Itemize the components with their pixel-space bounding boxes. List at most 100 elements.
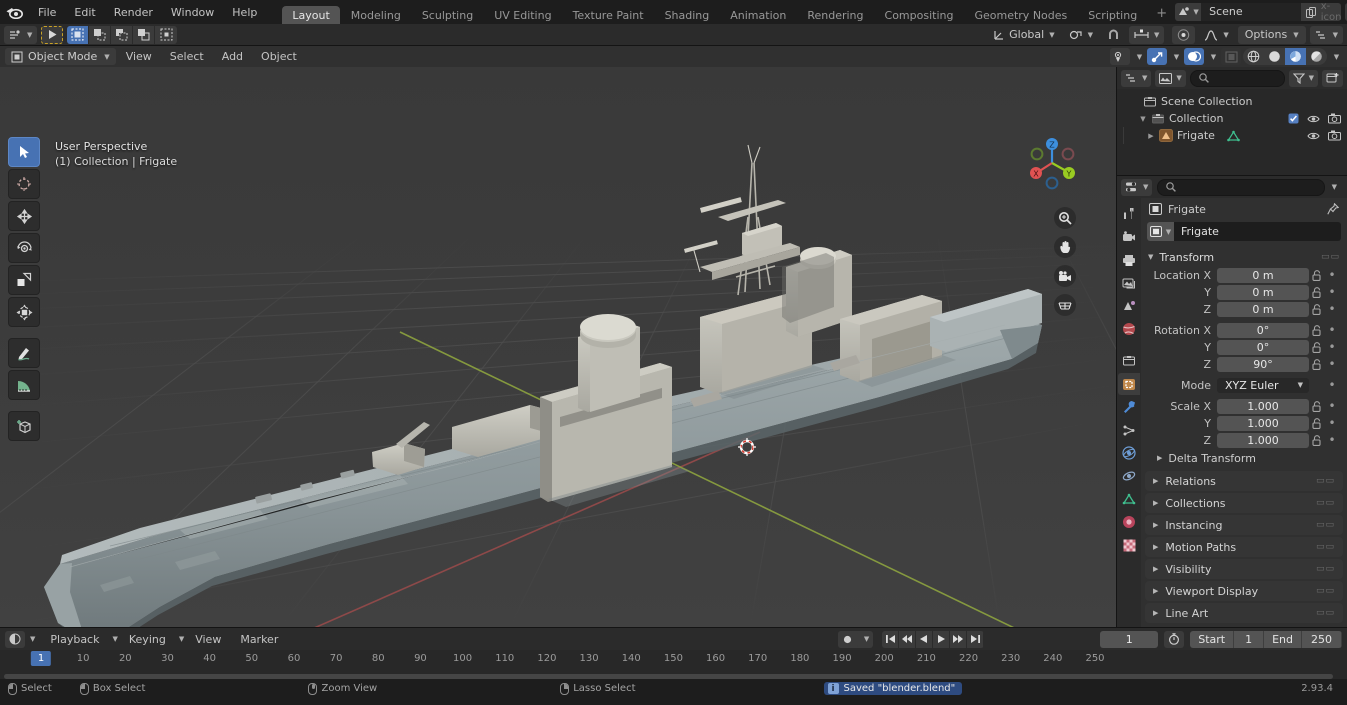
tab-modeling[interactable]: Modeling (341, 6, 411, 24)
next-keyframe-icon[interactable] (950, 630, 968, 648)
tab-rendering[interactable]: Rendering (797, 6, 873, 24)
scene-icon[interactable]: ▼ (1175, 3, 1202, 21)
lock-icon[interactable] (1309, 303, 1325, 315)
play-reverse-icon[interactable] (916, 630, 934, 648)
properties-options-chevron[interactable]: ▼ (1332, 183, 1343, 191)
current-frame-field[interactable]: 1 (1100, 630, 1159, 648)
outliner-search-input[interactable] (1189, 69, 1285, 87)
tab-shading[interactable]: Shading (655, 6, 720, 24)
object-square-icon[interactable]: ▼ (1147, 222, 1174, 241)
pin-icon[interactable] (1327, 203, 1339, 215)
prev-keyframe-icon[interactable] (899, 630, 917, 648)
animate-property-dot[interactable]: • (1325, 416, 1339, 430)
cursor-tool[interactable] (8, 169, 40, 199)
end-frame-value[interactable]: 250 (1302, 630, 1342, 648)
data-tab[interactable] (1118, 488, 1140, 510)
select-subtract-icon[interactable] (111, 25, 134, 44)
show-gizmo-dropdown[interactable]: ▼ (1132, 48, 1145, 65)
checkbox-icon[interactable] (1288, 113, 1299, 124)
location-x-value[interactable]: 0 m (1217, 267, 1309, 283)
camera-icon[interactable] (1328, 130, 1341, 141)
lock-icon[interactable] (1309, 286, 1325, 298)
rotation-mode-dropdown[interactable]: XYZ Euler ▼ (1217, 377, 1309, 393)
rendered-shading-icon[interactable] (1306, 48, 1327, 65)
toggle-perspective-button[interactable] (1054, 294, 1076, 316)
animate-property-dot[interactable]: • (1325, 433, 1339, 447)
menu-help[interactable]: Help (223, 3, 266, 22)
object-name-field[interactable]: ▼ Frigate (1147, 222, 1341, 241)
lock-icon[interactable] (1309, 324, 1325, 336)
scale-x-value[interactable]: 1.000 (1217, 398, 1309, 414)
select-invert-icon[interactable] (133, 25, 156, 44)
object-tab[interactable] (1118, 373, 1140, 395)
timeline-scrollbar[interactable] (4, 674, 1333, 679)
pan-view-button[interactable] (1054, 236, 1076, 258)
instancing-panel[interactable]: ▶ Instancing ▭▭ (1145, 515, 1343, 535)
timeline-menu-playback[interactable]: Playback (42, 631, 107, 648)
lock-icon[interactable] (1309, 358, 1325, 370)
properties-editor-icon[interactable]: ▼ (1121, 178, 1153, 196)
lock-icon[interactable] (1309, 417, 1325, 429)
texture-tab[interactable] (1118, 534, 1140, 556)
outliner-editor-type-icon[interactable]: ▼ (1309, 25, 1343, 44)
falloff-curve-icon[interactable]: ▼ (1199, 26, 1233, 44)
outliner-row-collection[interactable]: ▼ Collection (1117, 110, 1347, 127)
play-icon[interactable] (933, 630, 951, 648)
tool-tab[interactable] (1118, 203, 1140, 225)
scene-name[interactable]: Scene (1201, 3, 1302, 21)
tab-texture-paint[interactable]: Texture Paint (563, 6, 654, 24)
chevron-right-icon[interactable]: ▶ (1145, 132, 1157, 140)
eye-icon[interactable] (1307, 131, 1320, 141)
select-extend-icon[interactable] (89, 25, 112, 44)
eye-icon[interactable] (1307, 114, 1320, 124)
collections-panel[interactable]: ▶ Collections ▭▭ (1145, 493, 1343, 513)
location-y-value[interactable]: 0 m (1217, 284, 1309, 300)
pivot-point-icon[interactable]: ▼ (1064, 26, 1098, 44)
menu-edit[interactable]: Edit (65, 3, 104, 22)
visibility-panel[interactable]: ▶ Visibility ▭▭ (1145, 559, 1343, 579)
add-cube-tool[interactable] (8, 411, 40, 441)
end-frame-label[interactable]: End (1264, 630, 1302, 648)
move-tool[interactable] (8, 201, 40, 231)
lock-icon[interactable] (1309, 269, 1325, 281)
select-difference-icon[interactable] (155, 25, 178, 44)
overlays-dropdown[interactable]: ▼ (1206, 48, 1219, 65)
tab-animation[interactable]: Animation (720, 6, 796, 24)
tab-layout[interactable]: Layout (282, 6, 340, 24)
record-icon[interactable] (837, 630, 858, 648)
show-gizmo-icon[interactable] (1110, 48, 1130, 65)
mesh-data-icon[interactable] (1227, 130, 1240, 142)
scene-selector[interactable]: ▼ Scene x-icon (1175, 3, 1342, 21)
animate-property-dot[interactable]: • (1325, 302, 1339, 316)
animate-property-dot[interactable]: • (1325, 357, 1339, 371)
playhead[interactable]: 1 (30, 651, 52, 666)
viewport-menu-add[interactable]: Add (214, 48, 251, 65)
tweak-tool[interactable] (8, 137, 40, 167)
transform-tool[interactable] (8, 297, 40, 327)
menu-window[interactable]: Window (162, 3, 223, 22)
wireframe-shading-icon[interactable] (1243, 48, 1264, 65)
tab-uv-editing[interactable]: UV Editing (484, 6, 561, 24)
animate-property-dot[interactable]: • (1325, 323, 1339, 337)
auto-key-timer-icon[interactable] (1164, 630, 1185, 648)
animate-property-dot[interactable]: • (1325, 285, 1339, 299)
select-set-icon[interactable] (67, 25, 90, 44)
jump-start-icon[interactable] (882, 630, 900, 648)
solid-shading-icon[interactable] (1264, 48, 1285, 65)
measure-tool[interactable] (8, 370, 40, 400)
frigate-model[interactable] (0, 67, 1116, 627)
annotate-tool[interactable] (8, 338, 40, 368)
rotation-x-value[interactable]: 0° (1217, 322, 1309, 338)
gizmo-dropdown[interactable]: ▼ (1169, 48, 1182, 65)
shading-dropdown[interactable]: ▼ (1329, 48, 1342, 65)
lock-icon[interactable] (1309, 434, 1325, 446)
material-preview-icon[interactable] (1285, 48, 1306, 65)
proportional-edit-icon[interactable] (1172, 25, 1196, 44)
menu-render[interactable]: Render (105, 3, 162, 22)
outliner-row-frigate[interactable]: ▶ Frigate (1117, 127, 1347, 144)
menu-file[interactable]: File (29, 3, 65, 22)
viewport-menu-view[interactable]: View (118, 48, 160, 65)
blender-logo-icon[interactable] (6, 3, 23, 21)
lock-icon[interactable] (1309, 400, 1325, 412)
animate-property-dot[interactable]: • (1325, 399, 1339, 413)
